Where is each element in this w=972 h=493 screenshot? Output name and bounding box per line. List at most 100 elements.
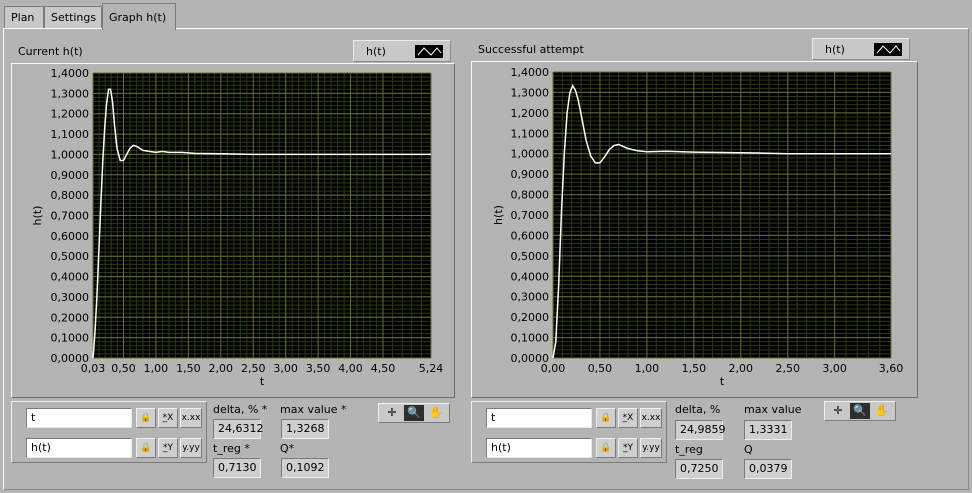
right-graph-plot[interactable]: 0,00000,10000,20000,30000,40000,50000,60…	[472, 62, 919, 399]
left-graph[interactable]: 0,0000 0,1000 0,2000 0,3000 0,4000 0,5000 0,60…	[11, 63, 455, 398]
y-tick-label: 1,4000	[511, 66, 550, 79]
y-tick-label: 0,1000	[51, 332, 90, 345]
x-tick-label: 0,00	[541, 362, 566, 375]
y-tick-label: 0,6000	[511, 229, 550, 242]
left-cursor-panel: t 🔒 *̲X x.xx h(t) 🔒 *̲Y y.yy	[11, 401, 207, 463]
left-q-label: Q*	[280, 442, 295, 455]
x-autoscale-button[interactable]: *̲X	[158, 408, 178, 428]
right-delta-label: delta, %	[675, 403, 721, 416]
y-lock-icon[interactable]: 🔒	[136, 438, 156, 458]
pan-tool-icon[interactable]: ✋	[426, 405, 446, 421]
x-format-button[interactable]: x.xx	[640, 408, 662, 428]
x-tick-label: 1,50	[176, 362, 201, 375]
right-cursor-panel: t 🔒 *̲X x.xx h(t) 🔒 *̲Y y.yy	[471, 401, 667, 463]
right-max-value: 1,3331	[744, 420, 792, 440]
left-x-name-field[interactable]: t	[26, 408, 132, 428]
right-max-label: max value	[744, 403, 802, 416]
tab-bar: Plan Settings Graph h(t)	[0, 0, 972, 30]
y-tick-label: 0,7000	[51, 210, 90, 223]
right-graph[interactable]: 0,0000 0,1000 0,2000 0,3000 0,4000 0,5000 0,60…	[471, 61, 918, 398]
left-graph-plot[interactable]: 0,00000,10000,20000,30000,40000,50000,60…	[12, 64, 456, 399]
y-tick-label: 0,5000	[51, 250, 90, 263]
right-delta-value: 24,9859	[675, 420, 726, 440]
x-tick-label: 0,03	[81, 362, 106, 375]
y-tick-label: 0,4000	[511, 270, 550, 283]
y-tick-label: 0,3000	[51, 291, 90, 304]
x-tick-label: 2,50	[775, 362, 800, 375]
y-tick-label: 1,2000	[511, 107, 550, 120]
right-q-value: 0,0379	[744, 459, 792, 479]
right-graph-tool-palette: ✛ 🔍 ✋	[824, 401, 896, 421]
x-tick-label: 3,00	[273, 362, 298, 375]
x-tick-label: 1,00	[635, 362, 660, 375]
x-tick-label: 3,60	[879, 362, 904, 375]
cursor-tool-icon[interactable]: ✛	[828, 403, 848, 419]
x-tick-label: 4,50	[371, 362, 396, 375]
y-autoscale-button[interactable]: *̲Y	[158, 438, 178, 458]
left-delta-label: delta, % *	[213, 403, 268, 416]
y-tick-label: 1,3000	[51, 87, 90, 100]
line-style-icon	[874, 43, 902, 56]
left-plot-legend[interactable]: h(t)	[353, 40, 451, 62]
y-tick-label: 0,5000	[511, 250, 550, 263]
right-panel-title: Successful attempt	[478, 43, 584, 56]
y-tick-label: 1,0000	[511, 148, 550, 161]
x-tick-label: 3,50	[306, 362, 331, 375]
y-format-button[interactable]: y.yy	[180, 438, 202, 458]
left-graph-tool-palette: ✛ 🔍 ✋	[378, 403, 450, 423]
y-tick-label: 1,0000	[51, 148, 90, 161]
left-y-name-field[interactable]: h(t)	[26, 438, 132, 458]
y-tick-label: 1,3000	[511, 86, 550, 99]
x-format-button[interactable]: x.xx	[180, 408, 202, 428]
zoom-tool-icon[interactable]: 🔍	[850, 403, 870, 419]
x-tick-label: 2,00	[209, 362, 234, 375]
x-tick-label: 0,50	[111, 362, 136, 375]
left-max-value: 1,3268	[281, 419, 329, 439]
right-x-name-field[interactable]: t	[486, 408, 592, 428]
x-autoscale-button[interactable]: *̲X	[618, 408, 638, 428]
left-treg-label: t_reg *	[213, 442, 250, 455]
left-treg-value: 0,7130	[213, 458, 261, 478]
x-tick-label: 1,50	[682, 362, 707, 375]
zoom-tool-icon[interactable]: 🔍	[404, 405, 424, 421]
y-tick-label: 0,9000	[51, 169, 90, 182]
right-treg-value: 0,7250	[675, 459, 723, 479]
y-axis-label: h(t)	[31, 206, 44, 226]
x-lock-icon[interactable]: 🔒	[596, 408, 616, 428]
left-q-value: 0,1092	[281, 458, 329, 478]
y-tick-label: 0,7000	[511, 209, 550, 222]
y-tick-label: 0,8000	[511, 189, 550, 202]
y-tick-label: 0,1000	[511, 332, 550, 345]
x-tick-label: 5,24	[419, 362, 444, 375]
y-tick-label: 1,1000	[511, 127, 550, 140]
x-axis-label: t	[260, 375, 265, 388]
tab-settings[interactable]: Settings	[44, 6, 102, 28]
x-tick-label: 3,00	[822, 362, 847, 375]
cursor-tool-icon[interactable]: ✛	[382, 405, 402, 421]
pan-tool-icon[interactable]: ✋	[872, 403, 892, 419]
right-plot-legend[interactable]: h(t)	[812, 38, 910, 60]
right-q-label: Q	[744, 443, 753, 456]
x-tick-label: 0,50	[588, 362, 613, 375]
y-tick-label: 0,2000	[511, 311, 550, 324]
right-treg-label: t_reg	[675, 443, 703, 456]
tab-graph[interactable]: Graph h(t)	[102, 3, 176, 30]
x-tick-label: 2,00	[729, 362, 754, 375]
y-tick-label: 0,6000	[51, 230, 90, 243]
x-tick-label: 1,00	[144, 362, 169, 375]
y-autoscale-button[interactable]: *̲Y	[618, 438, 638, 458]
y-format-button[interactable]: y.yy	[640, 438, 662, 458]
y-tick-label: 0,2000	[51, 311, 90, 324]
right-y-name-field[interactable]: h(t)	[486, 438, 592, 458]
legend-label: h(t)	[366, 45, 386, 58]
line-style-icon	[415, 45, 443, 58]
legend-label: h(t)	[825, 43, 845, 56]
y-tick-label: 0,8000	[51, 189, 90, 202]
left-max-label: max value *	[280, 403, 347, 416]
y-lock-icon[interactable]: 🔒	[596, 438, 616, 458]
y-tick-label: 0,4000	[51, 271, 90, 284]
left-delta-value: 24,6312	[213, 419, 264, 439]
tab-plan[interactable]: Plan	[4, 6, 44, 28]
x-lock-icon[interactable]: 🔒	[136, 408, 156, 428]
x-tick-label: 2,50	[241, 362, 266, 375]
